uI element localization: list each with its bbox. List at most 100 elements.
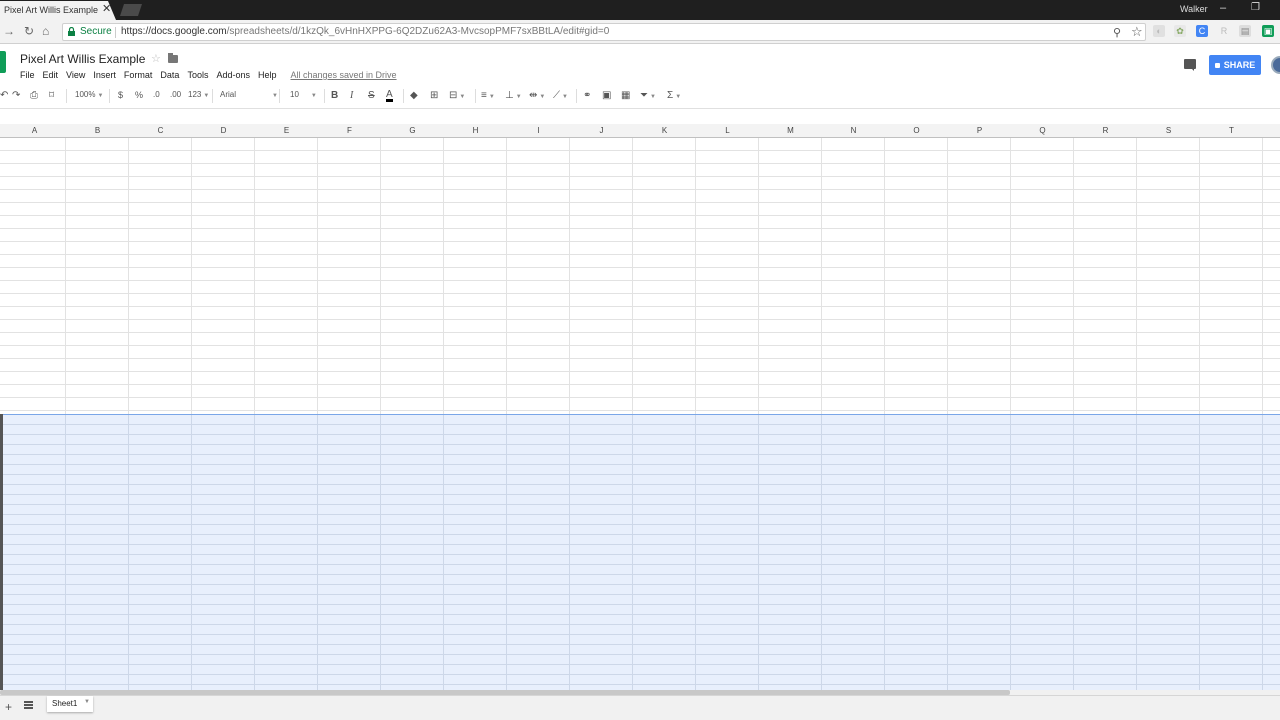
merge-cells-icon[interactable]: ⊟ ▼ bbox=[449, 90, 465, 101]
column-header[interactable]: I bbox=[507, 126, 570, 135]
chevron-down-icon[interactable]: ▼ bbox=[84, 699, 90, 705]
search-icon[interactable]: ⚲ bbox=[1113, 26, 1121, 39]
redo-icon[interactable]: ↷ bbox=[12, 90, 20, 101]
share-button[interactable]: SHARE bbox=[1209, 55, 1261, 75]
document-title[interactable]: Pixel Art Willis Example bbox=[20, 52, 145, 66]
tab-close-icon[interactable]: ✕ bbox=[102, 2, 111, 15]
font-family-select[interactable]: Arial ▼ bbox=[220, 90, 278, 99]
sheets-logo-icon[interactable] bbox=[0, 51, 6, 73]
column-header[interactable]: S bbox=[1137, 126, 1200, 135]
chevron-down-icon: ▼ bbox=[515, 94, 522, 100]
row-header-strip[interactable] bbox=[0, 414, 3, 690]
text-wrap-icon[interactable]: ⇹ ▼ bbox=[529, 90, 545, 101]
cell-area[interactable] bbox=[0, 138, 1280, 414]
chevron-down-icon: ▼ bbox=[203, 93, 210, 99]
url-text[interactable]: https://docs.google.com/spreadsheets/d/1… bbox=[121, 26, 609, 37]
extension-icon[interactable]: C bbox=[1196, 25, 1208, 37]
font-size-select[interactable]: 10 ▼ bbox=[290, 90, 317, 99]
column-header[interactable]: L bbox=[696, 126, 759, 135]
decrease-decimal-button[interactable]: .0 bbox=[153, 90, 160, 99]
column-header[interactable]: C bbox=[129, 126, 192, 135]
bold-button[interactable]: B bbox=[331, 90, 338, 101]
vertical-align-icon[interactable]: ⊥ ▼ bbox=[505, 90, 522, 101]
menu-data[interactable]: Data bbox=[160, 70, 179, 84]
column-header[interactable]: D bbox=[192, 126, 255, 135]
strikethrough-button[interactable]: S bbox=[368, 90, 375, 101]
menu-insert[interactable]: Insert bbox=[93, 70, 116, 84]
functions-button[interactable]: Σ ▼ bbox=[667, 90, 681, 101]
profile-name[interactable]: Walker bbox=[1180, 4, 1208, 14]
text-color-button[interactable]: A bbox=[386, 90, 393, 102]
insert-link-icon[interactable]: ⚭ bbox=[583, 90, 591, 101]
toolbar-divider bbox=[279, 89, 280, 103]
comments-icon[interactable] bbox=[1184, 59, 1196, 71]
extension-icon[interactable]: ◐ bbox=[1153, 25, 1165, 37]
url-path: /spreadsheets/d/1kzQk_6vHnHXPPG-6Q2DZu62… bbox=[226, 26, 610, 37]
increase-decimal-button[interactable]: .00 bbox=[170, 90, 181, 99]
insert-comment-icon[interactable]: ▣ bbox=[602, 90, 611, 101]
menu-edit[interactable]: Edit bbox=[43, 70, 59, 84]
font-family-value: Arial bbox=[220, 90, 237, 99]
currency-format-button[interactable]: $ bbox=[118, 90, 123, 100]
fill-color-icon[interactable]: ◆ bbox=[410, 90, 418, 101]
extension-icon[interactable]: R bbox=[1218, 25, 1230, 37]
restore-window-icon[interactable]: ❐ bbox=[1251, 2, 1260, 13]
column-header[interactable]: R bbox=[1074, 126, 1137, 135]
undo-icon[interactable]: ↶ bbox=[0, 90, 8, 101]
bookmark-star-icon[interactable]: ☆ bbox=[1131, 24, 1143, 40]
home-icon[interactable]: ⌂ bbox=[42, 24, 49, 38]
avatar[interactable] bbox=[1271, 56, 1280, 74]
folder-icon[interactable] bbox=[168, 53, 178, 63]
extension-icon[interactable]: ▣ bbox=[1262, 25, 1274, 37]
menu-format[interactable]: Format bbox=[124, 70, 153, 84]
more-formats-select[interactable]: 123 ▼ bbox=[188, 90, 209, 99]
column-header[interactable]: P bbox=[948, 126, 1011, 135]
extension-icon[interactable]: ▤ bbox=[1239, 25, 1251, 37]
column-header[interactable]: G bbox=[381, 126, 444, 135]
column-header[interactable]: A bbox=[3, 126, 66, 135]
column-header[interactable]: K bbox=[633, 126, 696, 135]
toolbar-divider bbox=[475, 89, 476, 103]
column-header[interactable]: E bbox=[255, 126, 318, 135]
save-status[interactable]: All changes saved in Drive bbox=[291, 70, 397, 84]
formula-bar[interactable] bbox=[0, 108, 1280, 124]
horizontal-align-icon[interactable]: ≡ ▼ bbox=[481, 90, 495, 101]
address-bar[interactable]: Secure https://docs.google.com/spreadshe… bbox=[62, 23, 1146, 41]
menu-add-ons[interactable]: Add-ons bbox=[216, 70, 250, 84]
column-header[interactable]: T bbox=[1200, 126, 1263, 135]
browser-tab[interactable]: Pixel Art Willis Example bbox=[0, 1, 116, 20]
extension-icon[interactable]: ✿ bbox=[1174, 25, 1186, 37]
sheet-tab[interactable]: Sheet1 ▼ bbox=[47, 696, 93, 712]
filter-icon[interactable]: ⏷ ▼ bbox=[640, 90, 656, 101]
column-header[interactable]: Q bbox=[1011, 126, 1074, 135]
minimize-icon[interactable]: – bbox=[1220, 2, 1226, 14]
selected-cell-range[interactable] bbox=[0, 414, 1280, 690]
back-icon[interactable]: → bbox=[3, 24, 15, 38]
menu-tools[interactable]: Tools bbox=[187, 70, 208, 84]
reload-icon[interactable]: ↻ bbox=[24, 24, 34, 38]
menu-file[interactable]: File bbox=[20, 70, 35, 84]
spreadsheet-grid[interactable]: A B C D E F G H I J K L M N O P Q R S T bbox=[0, 124, 1280, 690]
column-header[interactable]: M bbox=[759, 126, 822, 135]
percent-format-button[interactable]: % bbox=[135, 90, 143, 100]
column-header[interactable]: N bbox=[822, 126, 885, 135]
insert-chart-icon[interactable]: ▦ bbox=[621, 90, 630, 101]
browser-tab-title: Pixel Art Willis Example bbox=[4, 5, 99, 15]
new-tab-button[interactable] bbox=[120, 4, 142, 16]
add-sheet-icon[interactable]: + bbox=[5, 700, 12, 714]
column-header[interactable]: F bbox=[318, 126, 381, 135]
menu-view[interactable]: View bbox=[66, 70, 85, 84]
italic-button[interactable]: I bbox=[350, 90, 353, 101]
all-sheets-icon[interactable] bbox=[24, 701, 33, 709]
column-header[interactable]: B bbox=[66, 126, 129, 135]
column-header[interactable]: O bbox=[885, 126, 948, 135]
star-icon[interactable]: ☆ bbox=[151, 52, 161, 65]
column-header[interactable]: H bbox=[444, 126, 507, 135]
paint-format-icon[interactable]: ⌑ bbox=[49, 90, 54, 101]
menu-help[interactable]: Help bbox=[258, 70, 277, 84]
zoom-select[interactable]: 100% ▼ bbox=[75, 90, 103, 99]
text-rotation-icon[interactable]: ⟋ ▼ bbox=[553, 90, 568, 101]
column-header[interactable]: J bbox=[570, 126, 633, 135]
print-icon[interactable]: ⎙ bbox=[30, 90, 38, 101]
borders-icon[interactable]: ⊞ bbox=[430, 90, 438, 101]
